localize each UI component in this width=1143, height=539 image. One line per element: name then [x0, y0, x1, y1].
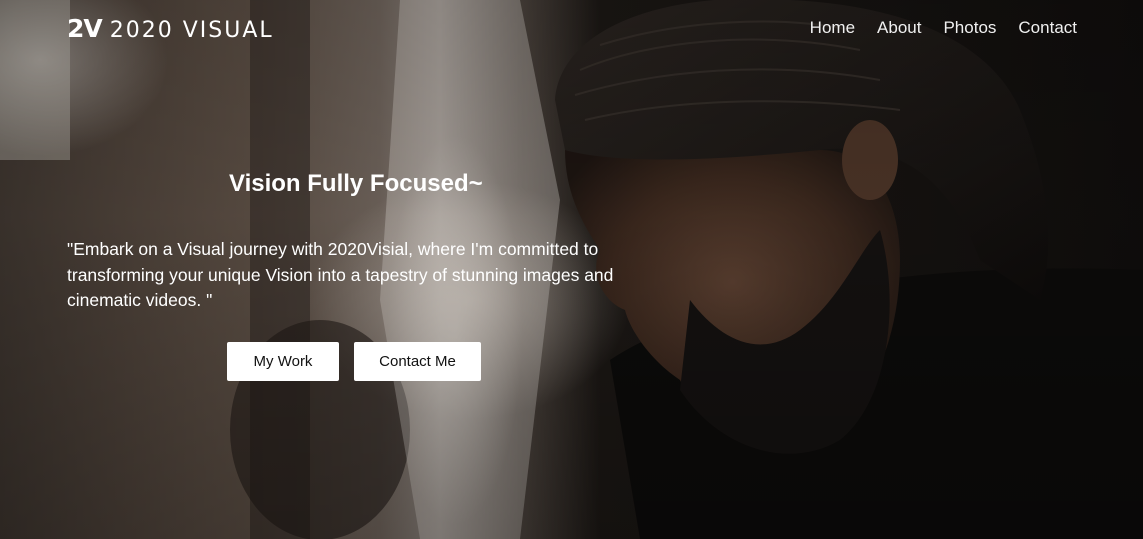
hero-headline: Vision Fully Focused~ — [229, 170, 483, 197]
hero-section: 2V 2020 VISUAL Home About Photos Contact… — [0, 0, 1143, 539]
my-work-button[interactable]: My Work — [227, 342, 339, 381]
contact-me-button[interactable]: Contact Me — [354, 342, 481, 381]
nav-links: Home About Photos Contact — [810, 18, 1077, 38]
nav-link-home[interactable]: Home — [810, 18, 855, 38]
logo-mark: 2V — [67, 14, 103, 43]
nav-link-photos[interactable]: Photos — [943, 18, 996, 38]
brand-logo[interactable]: 2V 2020 VISUAL — [67, 14, 274, 43]
nav-link-contact[interactable]: Contact — [1018, 18, 1077, 38]
top-navbar: 2V 2020 VISUAL Home About Photos Contact — [0, 0, 1143, 58]
hero-tagline: "Embark on a Visual journey with 2020Vis… — [67, 239, 614, 310]
nav-link-about[interactable]: About — [877, 18, 921, 38]
logo-text: 2020 VISUAL — [109, 18, 274, 43]
